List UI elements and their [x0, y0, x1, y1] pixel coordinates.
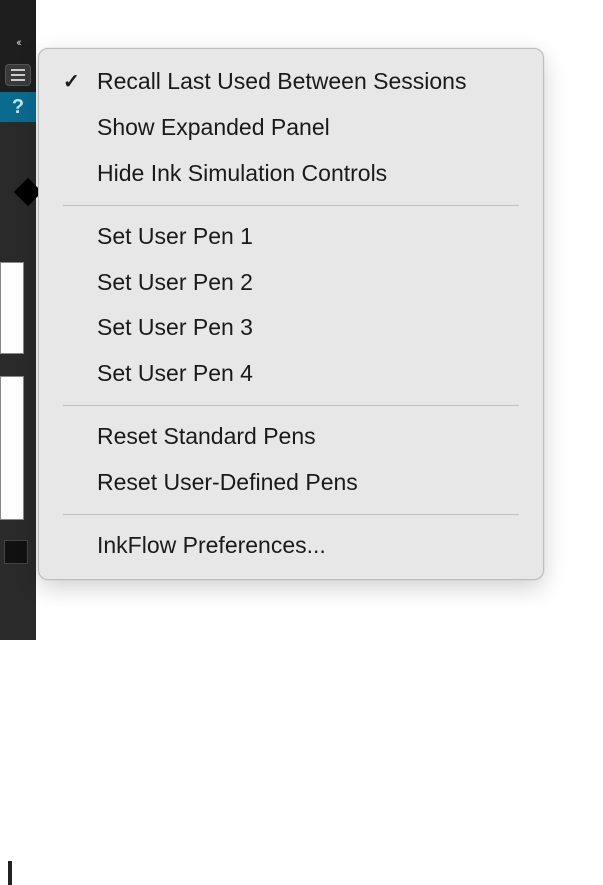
panel-menu-button[interactable]: [5, 64, 31, 86]
menu-item[interactable]: Show Expanded Panel: [39, 105, 543, 151]
help-icon: ?: [12, 96, 24, 119]
menu-item[interactable]: Hide Ink Simulation Controls: [39, 151, 543, 197]
menu-separator: [63, 205, 519, 206]
menu-item-label: Reset User-Defined Pens: [97, 468, 358, 498]
menu-item[interactable]: Set User Pen 4: [39, 351, 543, 397]
menu-item[interactable]: Set User Pen 3: [39, 305, 543, 351]
left-toolbar: ‹‹ ?: [0, 0, 36, 640]
menu-separator: [63, 405, 519, 406]
menu-separator: [63, 514, 519, 515]
collapse-icon: ‹‹: [16, 37, 19, 49]
menu-item-label: Set User Pen 1: [97, 222, 253, 252]
menu-item[interactable]: InkFlow Preferences...: [39, 523, 543, 569]
hamburger-icon: [11, 79, 25, 81]
vertical-bar-icon: [8, 861, 12, 885]
menu-item-label: Hide Ink Simulation Controls: [97, 159, 387, 189]
panel-flyout-menu: ✓ Recall Last Used Between Sessions Show E…: [38, 48, 544, 580]
menu-item[interactable]: ✓ Recall Last Used Between Sessions: [39, 59, 543, 105]
menu-item-label: Set User Pen 3: [97, 313, 253, 343]
menu-item[interactable]: Set User Pen 1: [39, 214, 543, 260]
menu-item-label: Set User Pen 4: [97, 359, 253, 389]
swatch-panel-1[interactable]: [0, 262, 24, 354]
collapse-panel-button[interactable]: ‹‹: [6, 36, 30, 50]
hamburger-icon: [11, 69, 25, 71]
check-icon: ✓: [63, 69, 80, 95]
swatch-panel-2[interactable]: [0, 376, 24, 520]
menu-item-label: Set User Pen 2: [97, 268, 253, 298]
menu-item-label: Recall Last Used Between Sessions: [97, 67, 466, 97]
hamburger-icon: [11, 74, 25, 76]
menu-item-label: Show Expanded Panel: [97, 113, 330, 143]
menu-item[interactable]: Reset User-Defined Pens: [39, 460, 543, 506]
color-well[interactable]: [4, 540, 28, 564]
menu-item-label: InkFlow Preferences...: [97, 531, 326, 561]
menu-item[interactable]: Reset Standard Pens: [39, 414, 543, 460]
menu-item-label: Reset Standard Pens: [97, 422, 316, 452]
menu-item[interactable]: Set User Pen 2: [39, 260, 543, 306]
help-button[interactable]: ?: [0, 92, 36, 122]
